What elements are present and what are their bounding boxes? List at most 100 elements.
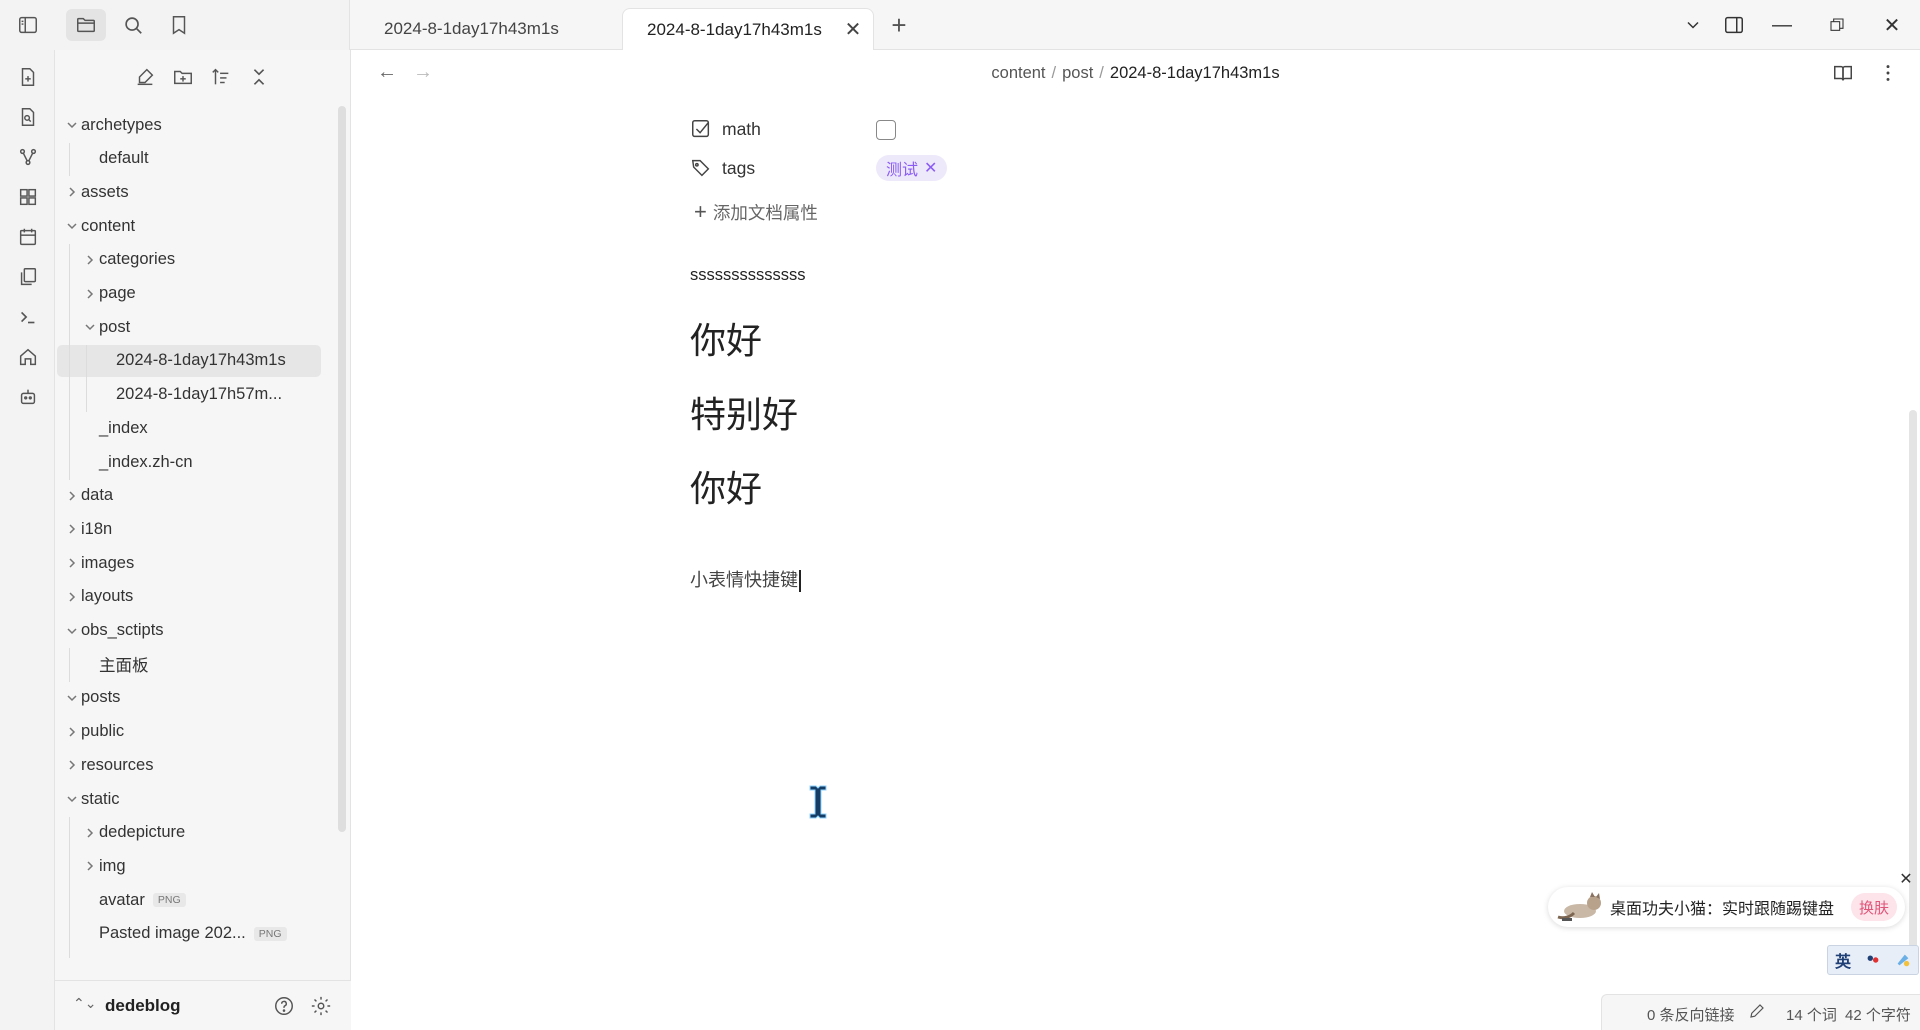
add-property-label: 添加文档属性	[712, 202, 818, 223]
tree-folder[interactable]: assets	[55, 176, 335, 208]
graph-view-icon[interactable]	[14, 143, 42, 171]
vault-name[interactable]: dedeblog	[105, 996, 181, 1016]
desktop-cat-widget[interactable]: 桌面功夫小猫：实时跟随踢键盘 换肤	[1548, 887, 1905, 927]
new-folder-icon[interactable]	[168, 62, 198, 92]
chevron-right-icon[interactable]	[83, 287, 97, 301]
property-tags[interactable]: tags	[690, 151, 755, 185]
ime-punctuation-icon[interactable]	[1858, 946, 1888, 974]
chevron-down-icon[interactable]	[83, 320, 97, 334]
tree-folder[interactable]: archetypes	[55, 109, 335, 141]
chevron-down-icon[interactable]	[65, 624, 79, 638]
editing-pencil-icon[interactable]	[1748, 1002, 1766, 1024]
tree-folder[interactable]: post	[55, 311, 335, 343]
right-sidebar-toggle-icon[interactable]	[1714, 8, 1754, 42]
chevron-right-icon[interactable]	[65, 556, 79, 570]
backlinks-count[interactable]: 0 条反向链接	[1647, 1004, 1735, 1025]
tag-remove-icon[interactable]: ✕	[924, 158, 937, 178]
bot-icon[interactable]	[14, 383, 42, 411]
ime-skin-icon[interactable]	[1888, 946, 1918, 974]
close-icon[interactable]: ✕	[843, 19, 863, 41]
tree-folder[interactable]: obs_sctipts	[55, 615, 335, 647]
help-icon[interactable]	[271, 993, 297, 1019]
breadcrumb-current[interactable]: 2024-8-1day17h43m1s	[1110, 64, 1280, 82]
tree-folder[interactable]: data	[55, 480, 335, 512]
tree-file[interactable]: Pasted image 202...PNG	[55, 918, 335, 950]
tree-folder[interactable]: images	[55, 547, 335, 579]
files-tab-folder-icon[interactable]	[66, 9, 106, 41]
bookmark-icon[interactable]	[159, 9, 199, 41]
indent-guide	[69, 816, 70, 958]
templates-copy-icon[interactable]	[14, 263, 42, 291]
chevron-down-icon[interactable]	[65, 691, 79, 705]
restore-icon[interactable]	[1817, 8, 1857, 42]
tree-file[interactable]: 2024-8-1day17h57m...	[55, 379, 335, 411]
tree-folder[interactable]: dedepicture	[55, 817, 335, 849]
chevron-down-icon[interactable]	[65, 219, 79, 233]
chevron-down-icon[interactable]	[65, 118, 79, 132]
property-key-math: math	[722, 118, 761, 139]
search-icon[interactable]	[113, 9, 153, 41]
tab-label: 2024-8-1day17h43m1s	[647, 19, 822, 39]
math-checkbox[interactable]	[876, 120, 896, 140]
sort-icon[interactable]	[206, 62, 236, 92]
chevron-right-icon[interactable]	[65, 489, 79, 503]
new-note-icon[interactable]	[14, 63, 42, 91]
tree-folder[interactable]: posts	[55, 682, 335, 714]
tree-file[interactable]: default	[55, 143, 335, 175]
tab-list-chevron-icon[interactable]	[1673, 8, 1713, 42]
editor[interactable]: math tags 测试 ✕ + 添加文档属性 ssssssssssssss 你…	[690, 96, 1590, 996]
tree-file[interactable]: _index.zh-cn	[55, 446, 335, 478]
tree-folder[interactable]: resources	[55, 749, 335, 781]
collapse-all-icon[interactable]	[244, 62, 274, 92]
tree-folder[interactable]: i18n	[55, 513, 335, 545]
new-note-edit-icon[interactable]	[130, 62, 160, 92]
tag-pill[interactable]: 测试 ✕	[876, 155, 948, 181]
new-tab-button[interactable]: +	[884, 10, 914, 40]
breadcrumb-content[interactable]: content	[991, 64, 1045, 82]
ime-language-toggle[interactable]: 英	[1828, 946, 1858, 974]
tree-folder[interactable]: content	[55, 210, 335, 242]
tree-folder[interactable]: layouts	[55, 581, 335, 613]
tree-file[interactable]: 2024-8-1day17h43m1s	[57, 344, 321, 377]
skin-button[interactable]: 换肤	[1850, 893, 1897, 921]
tree-file[interactable]: 主面板	[55, 648, 335, 680]
tree-folder[interactable]: img	[55, 850, 335, 882]
chevron-right-icon[interactable]	[65, 185, 79, 199]
calendar-icon[interactable]	[14, 223, 42, 251]
chevron-right-icon[interactable]	[65, 522, 79, 536]
tree-file[interactable]: _index	[55, 412, 335, 444]
chevron-right-icon[interactable]	[83, 859, 97, 873]
canvas-grid-icon[interactable]	[14, 183, 42, 211]
tree-file[interactable]: avatar PNG	[55, 884, 335, 916]
property-key-tags: tags	[722, 157, 756, 178]
add-property-button[interactable]: + 添加文档属性	[694, 197, 818, 227]
vault-switch-chevron-icon[interactable]: ⌃⌄	[73, 995, 96, 1012]
tree-file[interactable]: Pasted image 202...PNG	[55, 952, 335, 959]
tree-folder[interactable]: static	[55, 783, 335, 815]
window-close-icon[interactable]: ✕	[1872, 8, 1912, 42]
chevron-right-icon[interactable]	[65, 758, 79, 772]
chevron-right-icon[interactable]	[83, 253, 97, 267]
home-icon[interactable]	[14, 343, 42, 371]
command-palette-icon[interactable]	[14, 303, 42, 331]
chevron-down-icon[interactable]	[65, 792, 79, 806]
chevron-right-icon[interactable]	[83, 826, 97, 840]
tree-folder[interactable]: public	[55, 716, 335, 748]
sidebar-toggle-icon[interactable]	[8, 9, 48, 41]
more-options-icon[interactable]	[1874, 59, 1902, 87]
tree-folder[interactable]: page	[55, 278, 335, 310]
chevron-right-icon[interactable]	[65, 725, 79, 739]
chevron-right-icon[interactable]	[65, 590, 79, 604]
widget-close-icon[interactable]: ✕	[1898, 871, 1914, 888]
reading-view-book-icon[interactable]	[1829, 59, 1857, 87]
tree-folder[interactable]: categories	[55, 244, 335, 276]
tab-note-1[interactable]: 2024-8-1day17h43m1s	[360, 8, 620, 50]
explorer-scrollbar[interactable]	[338, 106, 346, 832]
settings-gear-icon[interactable]	[308, 993, 334, 1019]
open-note-icon[interactable]	[14, 103, 42, 131]
property-math[interactable]: math	[690, 112, 761, 146]
minimize-icon[interactable]: —	[1762, 8, 1802, 42]
breadcrumb-post[interactable]: post	[1062, 64, 1093, 82]
tree-item-label: 2024-8-1day17h57m...	[116, 385, 283, 404]
tab-note-2-active[interactable]: 2024-8-1day17h43m1s ✕	[622, 8, 874, 50]
